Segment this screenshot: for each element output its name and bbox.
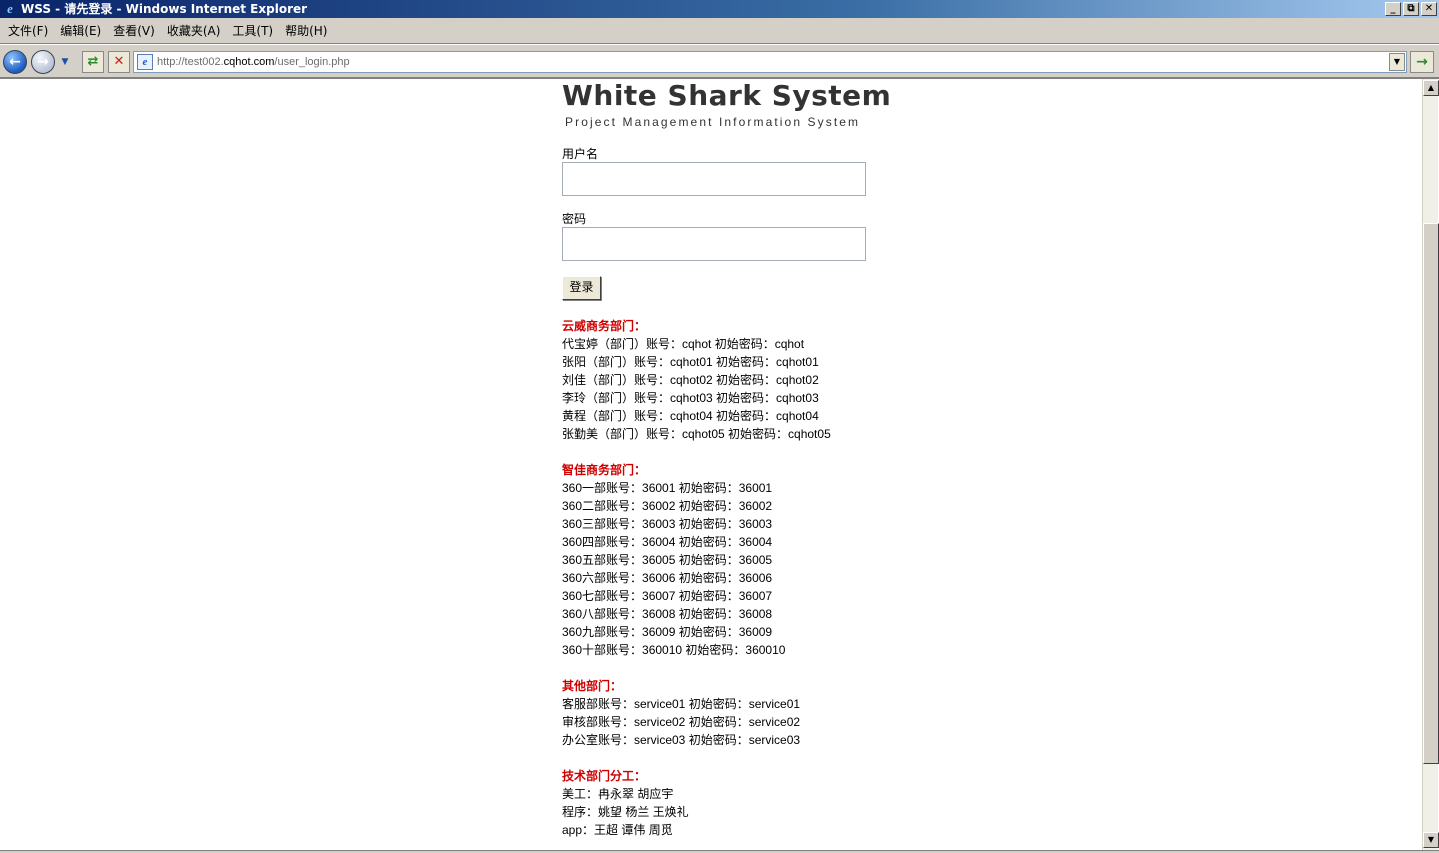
menu-file[interactable]: 文件(F) [2,21,54,41]
section-other: 其他部门： 客服部账号：service01 初始密码：service01 审核部… [562,677,882,749]
address-url[interactable]: http://test002.cqhot.com/user_login.php [157,56,1389,68]
menu-help[interactable]: 帮助(H) [279,21,333,41]
close-button[interactable]: ✕ [1421,2,1437,16]
logo-subtitle: Project Management Information System [565,115,861,129]
account-line: 李玲（部门）账号：cqhot03 初始密码：cqhot03 [562,391,819,405]
navigation-bar: ← → ▼ ⇄ ✕ e http://test002.cqhot.com/use… [0,44,1439,78]
account-line: 360七部账号：36007 初始密码：36007 [562,589,773,603]
staff-line: app：王超 谭伟 周觅 [562,823,673,837]
scroll-up-icon[interactable]: ▲ [1423,80,1439,96]
password-input[interactable] [562,227,866,261]
section-yunwei: 云威商务部门： 代宝婷（部门）账号：cqhot 初始密码：cqhot 张阳（部门… [562,317,882,443]
address-dropdown-icon[interactable]: ▼ [1389,53,1405,71]
forward-arrow-icon: → [37,54,49,70]
page-icon: e [137,54,153,70]
address-bar[interactable]: e http://test002.cqhot.com/user_login.ph… [133,51,1407,73]
menu-tools[interactable]: 工具(T) [226,21,279,41]
menu-bar: 文件(F) 编辑(E) 查看(V) 收藏夹(A) 工具(T) 帮助(H) [0,18,1439,44]
account-line: 360八部账号：36008 初始密码：36008 [562,607,773,621]
scroll-thumb[interactable] [1423,223,1439,764]
account-line: 360三部账号：36003 初始密码：36003 [562,517,773,531]
url-path: /user_login.php [274,56,350,68]
history-dropdown-icon[interactable]: ▼ [59,56,71,68]
account-line: 360五部账号：36005 初始密码：36005 [562,553,773,567]
back-arrow-icon: ← [9,54,21,70]
account-line: 360九部账号：36009 初始密码：36009 [562,625,773,639]
account-line: 黄程（部门）账号：cqhot04 初始密码：cqhot04 [562,409,819,423]
forward-button[interactable]: → [31,50,55,74]
username-label: 用户名 [562,147,599,161]
login-button[interactable]: 登录 [562,276,601,300]
staff-line: 程序：姚望 杨兰 王焕礼 [562,805,689,819]
window-controls: _ ⧉ ✕ [1385,2,1437,16]
section-title: 云威商务部门： [562,319,647,333]
refresh-icon: ⇄ [87,54,99,69]
section-tech: 技术部门分工： 美工：冉永翠 胡应宇 程序：姚望 杨兰 王焕礼 app：王超 谭… [562,767,882,839]
username-input[interactable] [562,162,866,196]
account-line: 审核部账号：service02 初始密码：service02 [562,715,801,729]
menu-favorites[interactable]: 收藏夹(A) [161,21,227,41]
account-line: 客服部账号：service01 初始密码：service01 [562,697,801,711]
logo-title: White Shark System [562,79,892,112]
section-title: 其他部门： [562,679,623,693]
account-line: 360四部账号：36004 初始密码：36004 [562,535,773,549]
title-bar: e WSS - 请先登录 - Windows Internet Explorer… [0,0,1439,18]
account-line: 张阳（部门）账号：cqhot01 初始密码：cqhot01 [562,355,819,369]
content-viewport: White Shark System Project Management In… [0,78,1439,853]
account-line: 代宝婷（部门）账号：cqhot 初始密码：cqhot [562,337,805,351]
menu-view[interactable]: 查看(V) [107,21,161,41]
go-arrow-icon: → [1416,54,1428,70]
scroll-down-icon[interactable]: ▼ [1423,832,1439,848]
url-host: cqhot.com [223,56,275,68]
stop-icon: ✕ [113,54,125,69]
menu-edit[interactable]: 编辑(E) [54,21,107,41]
section-title: 技术部门分工： [562,769,647,783]
stop-button[interactable]: ✕ [108,51,130,73]
password-label: 密码 [562,212,587,226]
ie-icon: e [7,1,13,16]
minimize-button[interactable]: _ [1385,2,1401,16]
account-line: 360一部账号：36001 初始密码：36001 [562,481,773,495]
url-prefix: http://test002. [157,56,224,68]
vertical-scrollbar[interactable]: ▲ ▼ [1422,79,1439,850]
staff-line: 美工：冉永翠 胡应宇 [562,787,674,801]
window-title: WSS - 请先登录 - Windows Internet Explorer [21,2,308,16]
refresh-button[interactable]: ⇄ [82,51,104,73]
account-line: 刘佳（部门）账号：cqhot02 初始密码：cqhot02 [562,373,819,387]
account-line: 360十部账号：360010 初始密码：360010 [562,643,786,657]
account-line: 360二部账号：36002 初始密码：36002 [562,499,773,513]
section-zhijia: 智佳商务部门： 360一部账号：36001 初始密码：36001 360二部账号… [562,461,882,659]
back-button[interactable]: ← [3,50,27,74]
account-line: 360六部账号：36006 初始密码：36006 [562,571,773,585]
section-title: 智佳商务部门： [562,463,647,477]
account-line: 办公室账号：service03 初始密码：service03 [562,733,801,747]
go-button[interactable]: → [1410,51,1434,73]
restore-button[interactable]: ⧉ [1403,2,1419,16]
account-line: 张勤美（部门）账号：cqhot05 初始密码：cqhot05 [562,427,831,441]
